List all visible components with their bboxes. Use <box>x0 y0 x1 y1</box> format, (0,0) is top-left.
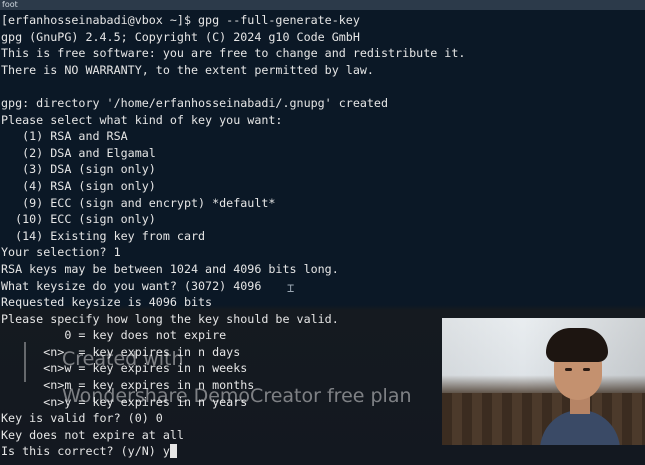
terminal-line: [erfanhosseinabadi@vbox ~]$ gpg --full-g… <box>1 13 360 27</box>
terminal-prompt-line[interactable]: Is this correct? (y/N) y <box>1 443 641 460</box>
terminal-line: RSA keys may be between 1024 and 4096 bi… <box>1 261 339 276</box>
terminal-line: Your selection? 1 <box>1 245 121 260</box>
terminal-line: (10) ECC (sign only) <box>1 212 156 227</box>
terminal-cursor <box>169 444 177 459</box>
terminal-line: (3) DSA (sign only) <box>1 162 156 177</box>
i-beam-cursor-icon: ⌶ <box>287 281 295 295</box>
webcam-person-hair <box>546 328 608 362</box>
terminal-line: There is NO WARRANTY, to the extent perm… <box>1 62 374 77</box>
webcam-person-eye <box>565 368 572 371</box>
terminal-line: Please select what kind of key you want: <box>1 112 283 127</box>
webcam-overlay <box>442 318 645 445</box>
terminal-line: What keysize do you want? (3072) 4096 <box>1 278 262 293</box>
webcam-wall <box>442 318 645 393</box>
terminal-line: (2) DSA and Elgamal <box>1 145 156 160</box>
terminal-line: This is free software: you are free to c… <box>1 46 466 61</box>
terminal-line: (14) Existing key from card <box>1 228 206 243</box>
terminal-line: (1) RSA and RSA <box>1 129 128 144</box>
webcam-person-eye <box>583 368 590 371</box>
terminal-line: gpg: directory '/home/erfanhosseinabadi/… <box>1 95 389 110</box>
terminal-line: Requested keysize is 4096 bits <box>1 295 213 310</box>
terminal-line: Is this correct? (y/N) y <box>1 444 170 459</box>
window-title: foot <box>0 0 645 10</box>
terminal-line: gpg (GnuPG) 2.4.5; Copyright (C) 2024 g1… <box>1 29 360 44</box>
terminal-line: (4) RSA (sign only) <box>1 178 156 193</box>
terminal-line: (9) ECC (sign and encrypt) *default* <box>1 195 276 210</box>
terminal-window[interactable]: foot [erfanhosseinabadi@vbox ~]$ gpg --f… <box>0 0 645 465</box>
